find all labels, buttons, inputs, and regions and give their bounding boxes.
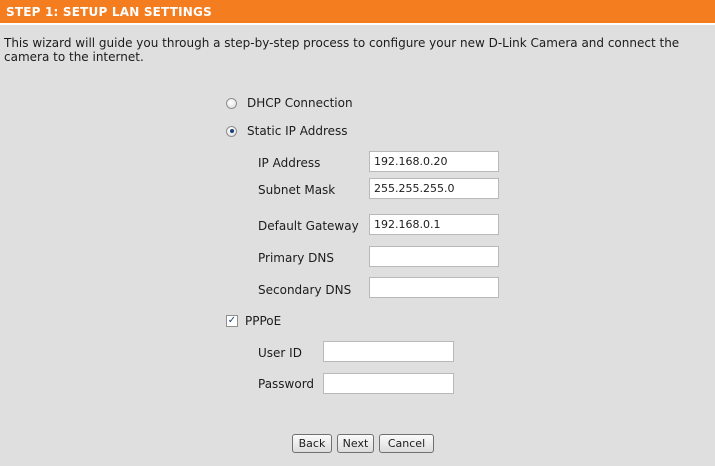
- dhcp-radio[interactable]: [226, 97, 237, 109]
- user-id-label: User ID: [258, 346, 302, 360]
- setup-wizard-panel: STEP 1: SETUP LAN SETTINGS This wizard w…: [0, 0, 715, 466]
- ip-address-input[interactable]: [369, 151, 499, 172]
- dhcp-option[interactable]: DHCP Connection: [226, 96, 353, 110]
- default-gateway-input[interactable]: [369, 214, 499, 235]
- primary-dns-label: Primary DNS: [258, 251, 335, 265]
- primary-dns-input[interactable]: [369, 246, 499, 267]
- wizard-header: STEP 1: SETUP LAN SETTINGS: [0, 0, 715, 25]
- user-id-input[interactable]: [323, 341, 454, 362]
- secondary-dns-label: Secondary DNS: [258, 283, 352, 297]
- static-ip-label: Static IP Address: [247, 124, 348, 138]
- dhcp-label: DHCP Connection: [247, 96, 353, 110]
- cancel-button[interactable]: Cancel: [379, 434, 434, 453]
- pppoe-label: PPPoE: [245, 314, 282, 328]
- wizard-intro-text: This wizard will guide you through a ste…: [4, 36, 680, 64]
- static-ip-radio[interactable]: [226, 125, 237, 137]
- wizard-title: STEP 1: SETUP LAN SETTINGS: [6, 5, 212, 19]
- subnet-mask-label: Subnet Mask: [258, 183, 336, 197]
- default-gateway-label: Default Gateway: [258, 219, 359, 233]
- static-ip-option[interactable]: Static IP Address: [226, 124, 348, 138]
- secondary-dns-input[interactable]: [369, 277, 499, 298]
- password-input[interactable]: [323, 373, 454, 394]
- back-button[interactable]: Back: [292, 434, 332, 453]
- pppoe-option[interactable]: ✓ PPPoE: [226, 314, 281, 328]
- next-button[interactable]: Next: [337, 434, 374, 453]
- password-label: Password: [258, 377, 315, 391]
- ip-address-label: IP Address: [258, 156, 321, 170]
- subnet-mask-input[interactable]: [369, 178, 499, 199]
- pppoe-checkbox[interactable]: ✓: [226, 315, 238, 327]
